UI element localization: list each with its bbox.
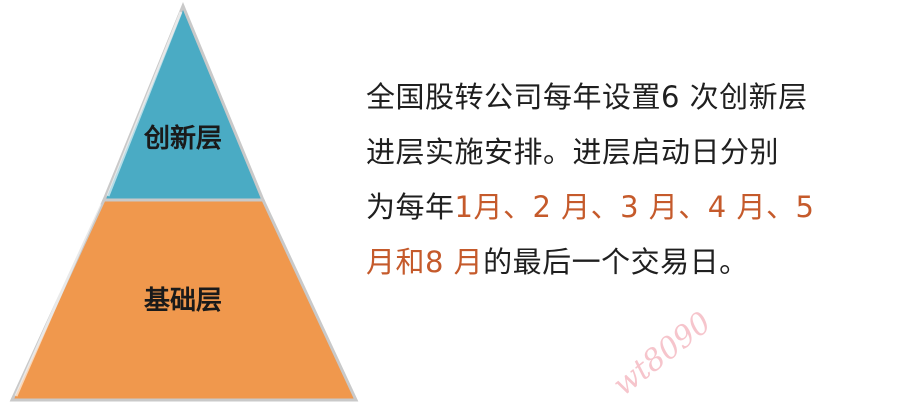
description-line-3-prefix: 为每年: [366, 190, 455, 224]
description-line-1: 全国股转公司每年设置6 次创新层: [366, 80, 808, 114]
description-line-3: 为每年1月、2 月、3 月、4 月、5: [366, 180, 836, 235]
description-line-2: 进层实施安排。进层启动日分别: [366, 135, 780, 169]
watermark: wt8090: [606, 305, 718, 403]
description-line-4: 月和8 月的最后一个交易日。: [366, 235, 836, 290]
pyramid-diagram: 创新层 基础层: [9, 2, 359, 402]
description-line-4-suffix: 的最后一个交易日。: [483, 245, 749, 279]
top-tier: [101, 2, 266, 202]
description-line-4-months: 月和8 月: [366, 245, 484, 279]
description-text: 全国股转公司每年设置6 次创新层 进层实施安排。进层启动日分别 为每年1月、2 …: [366, 70, 836, 290]
bottom-tier-label: 基础层: [144, 286, 222, 316]
description-line-3-months: 1月、2 月、3 月、4 月、5: [454, 190, 815, 224]
top-tier-label: 创新层: [143, 123, 222, 154]
